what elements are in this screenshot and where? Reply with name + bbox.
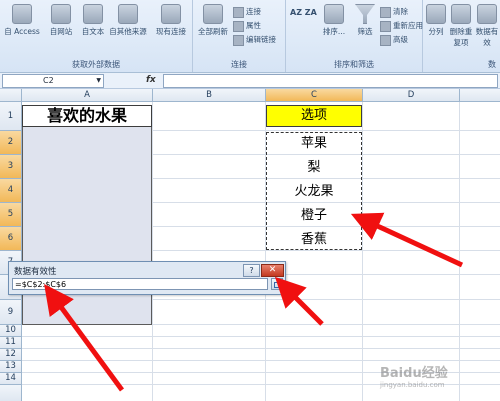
arrow-to-c5	[350, 212, 464, 268]
arrow-to-collapse-button	[274, 276, 324, 326]
arrow-to-reference-field	[44, 283, 125, 392]
watermark: Baidu经验 jingyan.baidu.com	[380, 366, 448, 389]
annotation-arrows	[44, 212, 464, 392]
